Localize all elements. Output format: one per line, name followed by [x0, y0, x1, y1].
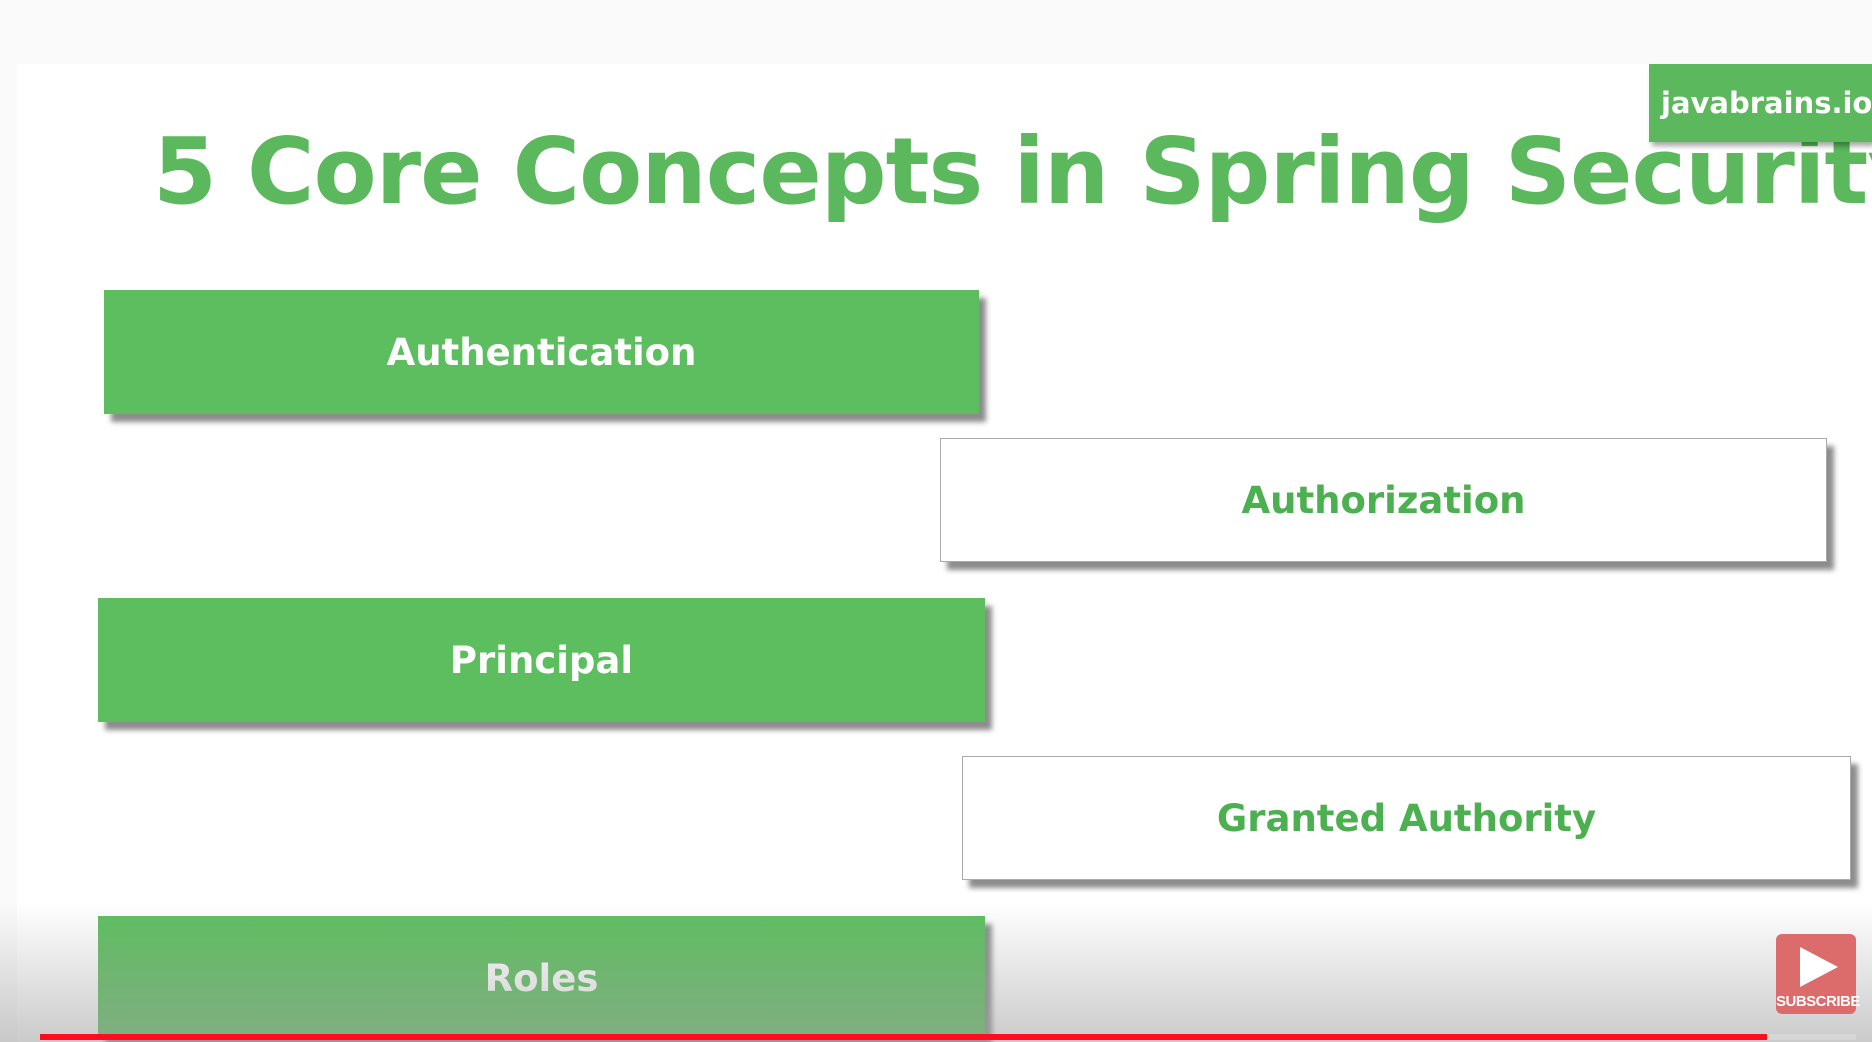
- subscribe-button[interactable]: SUBSCRIBE: [1776, 934, 1860, 1014]
- concept-principal: Principal: [98, 598, 985, 722]
- concept-roles: Roles: [98, 916, 985, 1040]
- concept-authentication: Authentication: [104, 290, 979, 414]
- progress-played: [40, 1034, 1768, 1040]
- concept-authorization: Authorization: [940, 438, 1827, 562]
- brand-badge: javabrains.io: [1649, 64, 1872, 142]
- slide-title: 5 Core Concepts in Spring Security: [153, 118, 1872, 225]
- play-icon: [1800, 947, 1838, 987]
- concept-granted-authority: Granted Authority: [962, 756, 1851, 880]
- subscribe-label: SUBSCRIBE: [1776, 993, 1860, 1010]
- progress-bar[interactable]: [40, 1034, 1856, 1040]
